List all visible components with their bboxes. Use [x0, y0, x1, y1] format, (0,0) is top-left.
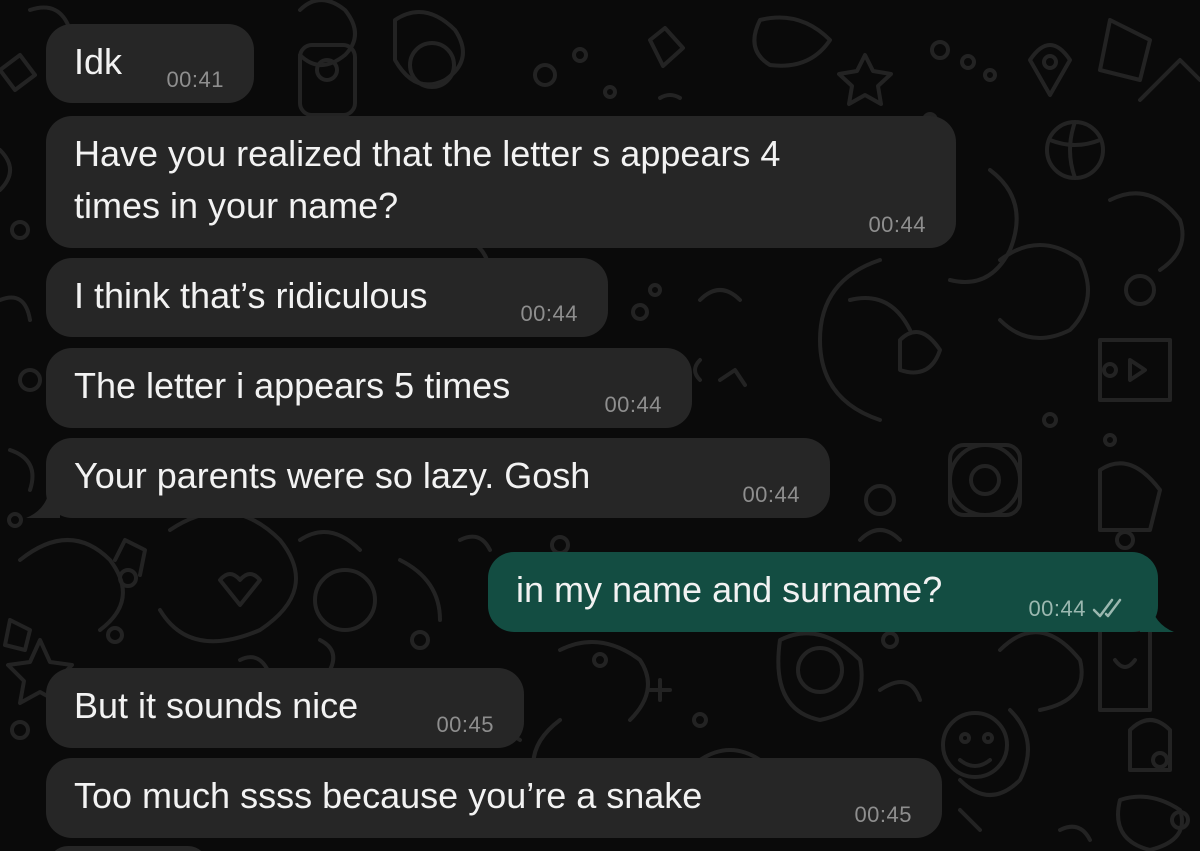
- message-bubble-outgoing[interactable]: in my name and surname? 00:44: [488, 552, 1158, 632]
- message-text: I think that’s ridiculous: [74, 275, 428, 316]
- message-timestamp: 00:44: [742, 482, 800, 507]
- message-timestamp: 00:44: [604, 392, 662, 417]
- message-text: Too much ssss because you’re a snake: [74, 775, 703, 816]
- chat-background: Idk 00:41 Have you realized that the let…: [0, 0, 1200, 851]
- incoming-bubble-tail: [26, 488, 60, 518]
- message-timestamp: 00:45: [854, 802, 912, 827]
- message-bubble-incoming[interactable]: The letter i appears 5 times 00:44: [46, 348, 692, 428]
- message-bubble-partial: [48, 846, 208, 851]
- message-bubble-incoming[interactable]: Have you realized that the letter s appe…: [46, 116, 956, 248]
- message-bubble-incoming[interactable]: I think that’s ridiculous 00:44: [46, 258, 608, 337]
- message-text: The letter i appears 5 times: [74, 365, 511, 406]
- message-timestamp: 00:44: [868, 212, 926, 237]
- message-bubble-incoming[interactable]: Your parents were so lazy. Gosh 00:44: [46, 438, 830, 518]
- message-text: Have you realized that the letter s appe…: [74, 133, 781, 226]
- message-bubble-incoming[interactable]: But it sounds nice 00:45: [46, 668, 524, 748]
- double-check-icon: [1092, 598, 1122, 618]
- message-bubble-incoming[interactable]: Too much ssss because you’re a snake 00:…: [46, 758, 942, 838]
- message-timestamp: 00:44: [520, 301, 578, 326]
- message-bubble-incoming[interactable]: Idk 00:41: [46, 24, 254, 103]
- message-text: Your parents were so lazy. Gosh: [74, 455, 591, 496]
- message-timestamp: 00:45: [436, 712, 494, 737]
- message-timestamp: 00:44: [1028, 596, 1086, 621]
- outgoing-bubble-tail: [1140, 602, 1174, 632]
- message-text: But it sounds nice: [74, 685, 359, 726]
- message-timestamp: 00:41: [166, 67, 224, 92]
